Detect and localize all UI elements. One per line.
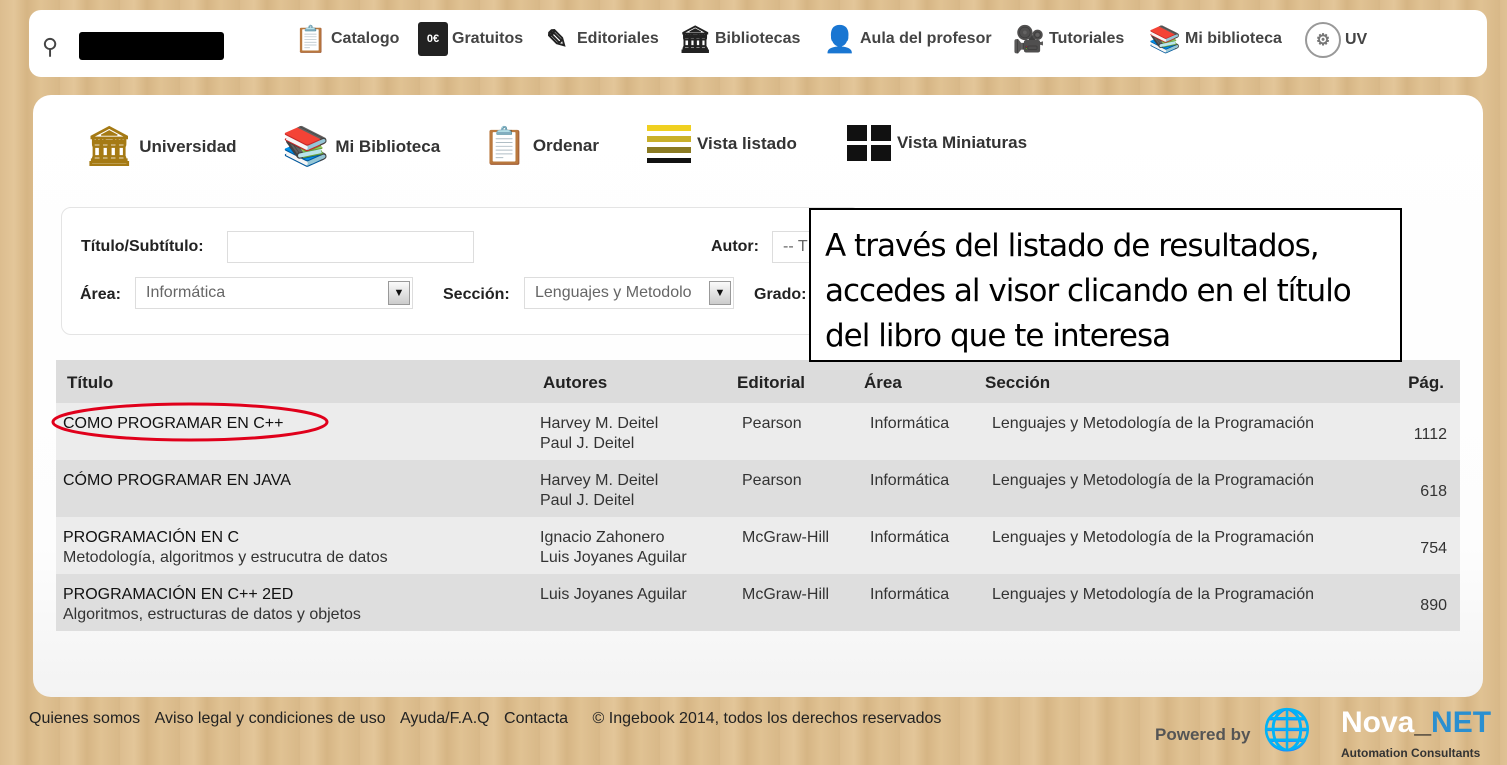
pages: 890: [1420, 597, 1447, 614]
area: Informática: [870, 472, 950, 489]
author: Luis Joyanes Aguilar: [540, 549, 687, 566]
nav-gratuitos[interactable]: 0€ Gratuitos: [418, 22, 523, 56]
footer-link-contacta[interactable]: Contacta: [504, 710, 568, 727]
area: Informática: [870, 529, 950, 546]
header-authors[interactable]: Autores: [543, 373, 607, 393]
publisher: Pearson: [742, 472, 802, 489]
author: Harvey M. Deitel: [540, 472, 659, 489]
university-icon: 🏛: [85, 126, 134, 168]
novanet-logo: Nova_NET: [1341, 706, 1492, 739]
section-filter-select[interactable]: Lenguajes y Metodolo ▼: [524, 277, 734, 309]
pages: 1112: [1413, 426, 1447, 443]
author: Paul J. Deitel: [540, 435, 635, 452]
table-row[interactable]: PROGRAMACIÓN EN C++ 2ED Algoritmos, estru…: [56, 574, 1460, 631]
area: Informática: [870, 415, 950, 432]
publisher: McGraw-Hill: [742, 586, 830, 603]
video-camera-icon: 🎥: [1012, 23, 1046, 54]
grade-filter-label: Grado:: [754, 286, 807, 303]
section: Lenguajes y Metodología de la Programaci…: [992, 586, 1314, 603]
search-input-redacted[interactable]: [79, 32, 224, 60]
table-row[interactable]: CÓMO PROGRAMAR EN JAVA Harvey M. Deitel P…: [56, 460, 1460, 517]
section: Lenguajes y Metodología de la Programaci…: [992, 472, 1314, 489]
author: Paul J. Deitel: [540, 492, 635, 509]
tool-vista-miniaturas[interactable]: Vista Miniaturas: [847, 125, 1027, 161]
nav-editoriales[interactable]: ✎ Editoriales: [541, 22, 659, 56]
tool-mi-biblioteca[interactable]: 📚 Mi Biblioteca: [282, 125, 440, 169]
highlight-ellipse: [51, 402, 329, 442]
header-title[interactable]: Título: [67, 373, 113, 393]
header-section[interactable]: Sección: [985, 373, 1050, 393]
footer-link-quienes-somos[interactable]: Quienes somos: [29, 710, 140, 727]
nav-mi-biblioteca[interactable]: 📚 Mi biblioteca: [1149, 22, 1282, 56]
chevron-down-icon[interactable]: ▼: [388, 281, 410, 305]
clipboard-icon: 📋: [294, 23, 328, 54]
sort-clipboard-icon: 📋: [482, 125, 527, 166]
book-stack-icon: 📚: [1148, 23, 1182, 54]
grid-view-icon: [847, 125, 891, 161]
title-filter-label: Título/Subtítulo:: [81, 238, 204, 255]
nav-uv[interactable]: ⚙ UV: [1305, 22, 1367, 58]
publisher: Pearson: [742, 415, 802, 432]
nav-aula-profesor[interactable]: 👤 Aula del profesor: [824, 22, 992, 56]
chevron-down-icon[interactable]: ▼: [709, 281, 731, 305]
footer-links: Quienes somos Aviso legal y condiciones …: [29, 710, 941, 728]
teacher-icon: 👤: [823, 23, 857, 54]
nav-tutoriales[interactable]: 🎥 Tutoriales: [1013, 22, 1124, 56]
pen-signature-icon: ✎: [546, 23, 568, 54]
annotation-callout: A través del listado de resultados, acce…: [809, 208, 1402, 362]
book-title-link[interactable]: PROGRAMACIÓN EN C++ 2ED: [63, 585, 361, 605]
area-filter-label: Área:: [80, 286, 121, 303]
tool-universidad[interactable]: 🏛 Universidad: [85, 125, 237, 169]
book-title-link[interactable]: CÓMO PROGRAMAR EN JAVA: [63, 471, 291, 491]
header-area[interactable]: Área: [864, 373, 902, 393]
publisher: McGraw-Hill: [742, 529, 830, 546]
list-view-icon: [647, 125, 691, 163]
filter-panel: [61, 207, 861, 335]
table-header: Título Autores Editorial Área Sección Pá…: [56, 360, 1460, 403]
book-title-link[interactable]: PROGRAMACIÓN EN C: [63, 528, 388, 548]
header-publisher[interactable]: Editorial: [737, 373, 805, 393]
author: Harvey M. Deitel: [540, 415, 659, 432]
footer-link-ayuda[interactable]: Ayuda/F.A.Q: [400, 710, 490, 727]
library-building-icon: 🏛: [678, 23, 712, 54]
table-row[interactable]: PROGRAMACIÓN EN C Metodología, algoritmos…: [56, 517, 1460, 574]
tool-ordenar[interactable]: 📋 Ordenar: [482, 125, 599, 167]
footer-link-aviso-legal[interactable]: Aviso legal y condiciones de uso: [155, 710, 386, 727]
section: Lenguajes y Metodología de la Programaci…: [992, 415, 1314, 432]
title-filter-input[interactable]: [227, 231, 474, 263]
author: Ignacio Zahonero: [540, 529, 665, 546]
nav-bibliotecas[interactable]: 🏛 Bibliotecas: [678, 22, 801, 56]
area-filter-select[interactable]: Informática ▼: [135, 277, 413, 309]
copyright: © Ingebook 2014, todos los derechos rese…: [592, 710, 942, 727]
section-filter-label: Sección:: [443, 286, 510, 303]
tool-vista-listado[interactable]: Vista listado: [647, 125, 797, 163]
author-filter-label: Autor:: [711, 238, 759, 255]
books-icon: 📚: [282, 126, 330, 168]
university-seal-icon: ⚙: [1305, 22, 1341, 58]
book-subtitle: Metodología, algoritmos y estrucutra de …: [63, 549, 388, 566]
nav-catalogo[interactable]: 📋 Catalogo: [294, 22, 400, 56]
globe-logo-icon: 🌐: [1262, 708, 1312, 752]
header-pages[interactable]: Pág.: [1408, 373, 1444, 393]
pages: 618: [1420, 483, 1447, 500]
area: Informática: [870, 586, 950, 603]
powered-by-label: Powered by: [1155, 725, 1251, 744]
pages: 754: [1420, 540, 1447, 557]
search-icon[interactable]: ⚲: [42, 34, 58, 60]
section: Lenguajes y Metodología de la Programaci…: [992, 529, 1314, 546]
author: Luis Joyanes Aguilar: [540, 586, 687, 603]
novanet-tagline: Automation Consultants: [1341, 746, 1481, 760]
book-subtitle: Algoritmos, estructuras de datos y objet…: [63, 606, 361, 623]
free-book-icon: 0€: [418, 22, 448, 56]
